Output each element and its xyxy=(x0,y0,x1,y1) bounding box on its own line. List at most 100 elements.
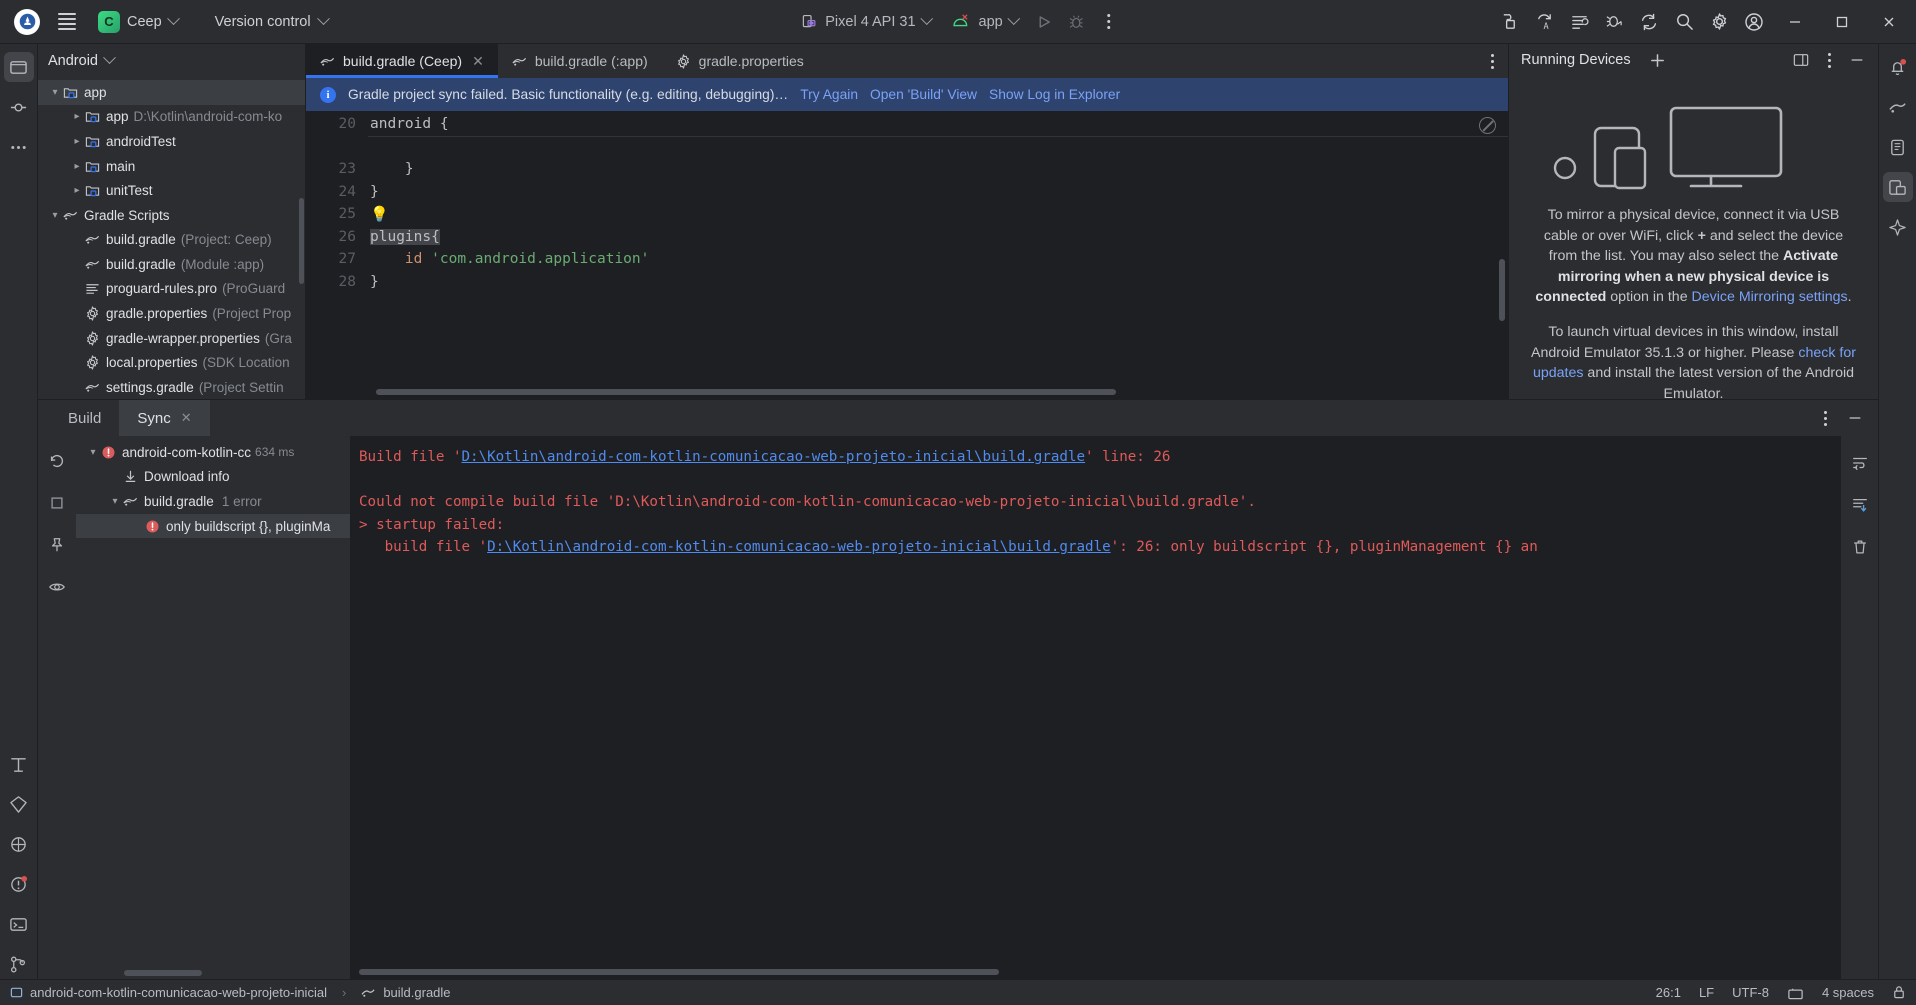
gemini-assistant-icon[interactable] xyxy=(1883,212,1913,242)
chevron-right-icon[interactable]: ▸ xyxy=(70,161,84,172)
device-selector[interactable]: Pixel 4 API 31 xyxy=(792,8,940,35)
trash-icon[interactable] xyxy=(1845,532,1875,562)
encoding[interactable]: UTF-8 xyxy=(1732,985,1769,1000)
editor-vertical-scrollbar[interactable] xyxy=(1499,259,1505,321)
build-tree-row[interactable]: ▾ android-com-kotlin-cc 634 ms xyxy=(76,440,350,465)
chevron-right-icon[interactable]: ▸ xyxy=(70,136,84,147)
code-line[interactable]: id 'com.android.application' xyxy=(368,248,1508,271)
console-horizontal-scrollbar[interactable] xyxy=(359,969,999,975)
sync-gradle-icon[interactable] xyxy=(1632,7,1666,37)
run-icon[interactable] xyxy=(1030,8,1060,36)
split-window-icon[interactable] xyxy=(1788,47,1814,73)
maximize-window-button[interactable] xyxy=(1819,0,1865,44)
sidebar-item-build-variants[interactable] xyxy=(4,829,34,859)
running-devices-toggle[interactable] xyxy=(1882,172,1913,202)
code-line[interactable] xyxy=(368,135,1508,159)
editor-tab[interactable]: gradle.properties xyxy=(662,44,818,78)
close-window-button[interactable] xyxy=(1866,0,1912,44)
minimize-window-button[interactable] xyxy=(1772,0,1818,44)
banner-action-open-build-view[interactable]: Open 'Build' View xyxy=(870,87,977,102)
device-mirroring-settings-link[interactable]: Device Mirroring settings xyxy=(1692,289,1848,305)
code-line[interactable]: plugins{ xyxy=(368,226,1508,249)
restart-icon[interactable] xyxy=(42,446,72,476)
code-line[interactable]: android { xyxy=(368,113,1508,136)
build-panel-tab[interactable]: Build xyxy=(50,400,119,436)
project-view-header[interactable]: Android xyxy=(38,44,305,78)
hamburger-icon[interactable] xyxy=(50,7,84,37)
sidebar-item-commit[interactable] xyxy=(4,92,34,122)
lock-open-icon[interactable] xyxy=(1787,986,1804,1000)
run-configuration-selector[interactable]: app xyxy=(943,8,1028,36)
gradle-tool-icon[interactable] xyxy=(1883,92,1913,122)
caret-position[interactable]: 26:1 xyxy=(1656,985,1681,1000)
project-tree-row[interactable]: ▾ app xyxy=(38,79,305,105)
notifications-icon[interactable] xyxy=(1883,52,1913,82)
minimize-icon[interactable] xyxy=(1844,47,1870,73)
project-tree-row[interactable]: settings.gradle (Project Settin xyxy=(38,375,305,399)
app-inspection-icon[interactable] xyxy=(1562,7,1596,37)
sidebar-item-problems[interactable] xyxy=(4,869,34,899)
intention-bulb-icon[interactable]: 💡 xyxy=(370,205,389,223)
code-line[interactable]: } xyxy=(368,158,1508,181)
code-editor[interactable]: 20 23 24 25 26 27 28 android { }} 💡 plugins{ id … xyxy=(306,111,1508,399)
project-tree-row[interactable]: gradle.properties (Project Prop xyxy=(38,301,305,326)
build-tree-row[interactable]: ▾ build.gradle 1 error xyxy=(76,489,350,514)
editor-tab-options[interactable] xyxy=(1477,44,1508,78)
project-tree-row[interactable]: ▾ Gradle Scripts xyxy=(38,203,305,228)
build-tree-row[interactable]: Download info xyxy=(76,465,350,490)
editor-tab[interactable]: build.gradle (Ceep) ✕ xyxy=(306,44,498,78)
code-line[interactable]: } xyxy=(368,181,1508,204)
device-manager-icon[interactable] xyxy=(1597,7,1631,37)
chevron-right-icon[interactable]: ▸ xyxy=(70,185,84,196)
build-hammer-icon[interactable] xyxy=(1492,7,1526,37)
breadcrumb-file[interactable]: build.gradle xyxy=(383,985,450,1000)
editor-horizontal-scrollbar[interactable] xyxy=(376,389,1116,395)
chevron-down-icon[interactable]: ▾ xyxy=(108,496,122,507)
close-tab-icon[interactable]: ✕ xyxy=(472,53,484,70)
pin-icon[interactable] xyxy=(42,530,72,560)
version-control-menu[interactable]: Version control xyxy=(205,10,338,34)
code-line[interactable]: 💡 xyxy=(368,203,1508,226)
console-file-link[interactable]: D:\Kotlin\android-com-kotlin-comunicacao… xyxy=(462,449,1086,465)
banner-action-try-again[interactable]: Try Again xyxy=(800,87,858,102)
sidebar-item-structure[interactable] xyxy=(4,749,34,779)
project-tree-row[interactable]: ▸ app D:\Kotlin\android-com-ko xyxy=(38,105,305,130)
plus-icon[interactable] xyxy=(1645,47,1671,73)
sidebar-item-project[interactable] xyxy=(3,52,34,82)
project-tree-row[interactable]: ▸ androidTest xyxy=(38,129,305,154)
sidebar-item-terminal[interactable] xyxy=(4,909,34,939)
project-tree-row[interactable]: build.gradle (Project: Ceep) xyxy=(38,228,305,253)
lock-icon[interactable] xyxy=(1892,985,1906,1000)
build-tree-row[interactable]: only buildscript {}, pluginMa xyxy=(76,513,350,539)
eye-icon[interactable] xyxy=(42,572,72,602)
project-tree[interactable]: ▾ app ▸ app D:\Kotlin\android-com-ko ▸ android… xyxy=(38,78,305,399)
close-tab-icon[interactable]: ✕ xyxy=(181,410,192,426)
more-vertical-icon[interactable] xyxy=(1816,47,1842,73)
more-vertical-icon[interactable] xyxy=(1812,405,1838,431)
gear-icon[interactable] xyxy=(1702,7,1736,37)
build-console-output[interactable]: Build file 'D:\Kotlin\android-com-kotlin… xyxy=(351,436,1840,979)
project-tree-row[interactable]: ▸ main xyxy=(38,154,305,179)
code-line[interactable]: } xyxy=(368,271,1508,294)
indent-setting[interactable]: 4 spaces xyxy=(1822,985,1874,1000)
minimize-icon[interactable] xyxy=(1842,405,1868,431)
chevron-down-icon[interactable]: ▾ xyxy=(48,210,62,221)
account-icon[interactable] xyxy=(1737,7,1771,37)
sidebar-item-resource-manager[interactable] xyxy=(4,789,34,819)
project-tree-row[interactable]: gradle-wrapper.properties (Gra xyxy=(38,326,305,351)
project-tree-scrollbar[interactable] xyxy=(299,197,304,284)
debug-icon[interactable] xyxy=(1062,8,1092,36)
project-tree-row[interactable]: ▸ unitTest xyxy=(38,178,305,203)
build-tree-scrollbar[interactable] xyxy=(124,970,202,976)
project-tree-row[interactable]: local.properties (SDK Location xyxy=(38,350,305,375)
project-tree-row[interactable]: build.gradle (Module :app) xyxy=(38,252,305,277)
chevron-down-icon[interactable]: ▾ xyxy=(86,447,100,458)
build-results-tree[interactable]: ▾ android-com-kotlin-cc 634 ms Download inf… xyxy=(76,436,351,979)
more-vertical-icon[interactable] xyxy=(1094,8,1124,36)
code-content[interactable]: android { }} 💡 plugins{ id 'com.android.ap… xyxy=(368,111,1508,399)
device-file-explorer-icon[interactable] xyxy=(1883,132,1913,162)
console-file-link[interactable]: D:\Kotlin\android-com-kotlin-comunicacao… xyxy=(487,539,1111,555)
chevron-right-icon[interactable]: ▸ xyxy=(70,111,84,122)
project-selector[interactable]: C Ceep xyxy=(92,7,187,37)
sidebar-item-version-control[interactable] xyxy=(4,949,34,979)
